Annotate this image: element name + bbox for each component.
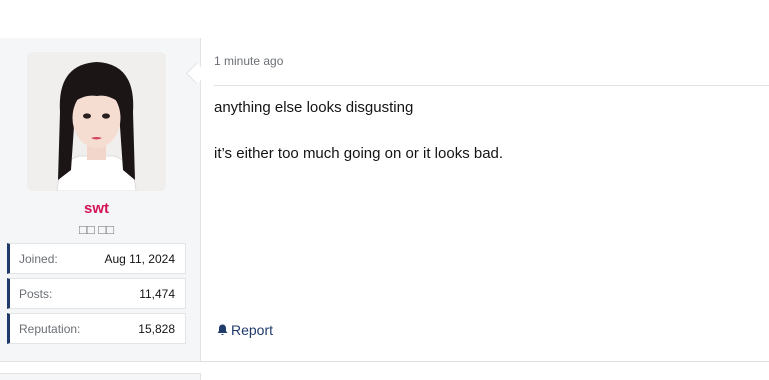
post-paragraph: anything else looks disgusting	[214, 99, 414, 116]
stat-value: 15,828	[138, 322, 175, 336]
user-title: □□ □□	[78, 222, 115, 237]
page-header-area	[0, 0, 769, 39]
username[interactable]: swt	[0, 200, 193, 217]
stat-label: Posts:	[19, 287, 53, 301]
post: swt □□ □□ Joined: Aug 11, 2024 Posts: 11…	[0, 38, 769, 362]
post-timestamp[interactable]: 1 minute ago	[214, 54, 283, 68]
report-label: Report	[231, 322, 274, 338]
avatar-image	[27, 52, 166, 191]
stat-posts: Posts: 11,474	[7, 278, 186, 309]
stat-label: Reputation:	[19, 322, 81, 336]
report-link[interactable]: Report	[217, 322, 273, 338]
stat-label: Joined:	[19, 252, 58, 266]
stat-value: 11,474	[139, 287, 175, 301]
stat-value: Aug 11, 2024	[104, 252, 175, 266]
post-header-divider	[214, 85, 769, 86]
stat-reputation: Reputation: 15,828	[7, 313, 186, 344]
bell-icon	[217, 324, 228, 335]
post-paragraph: it’s either too much going on or it look…	[214, 145, 504, 162]
avatar[interactable]	[27, 52, 166, 191]
user-info-panel: swt □□ □□ Joined: Aug 11, 2024 Posts: 11…	[0, 38, 201, 361]
post-body: anything else looks disgusting it’s eith…	[214, 99, 503, 163]
stat-joined: Joined: Aug 11, 2024	[7, 243, 186, 274]
